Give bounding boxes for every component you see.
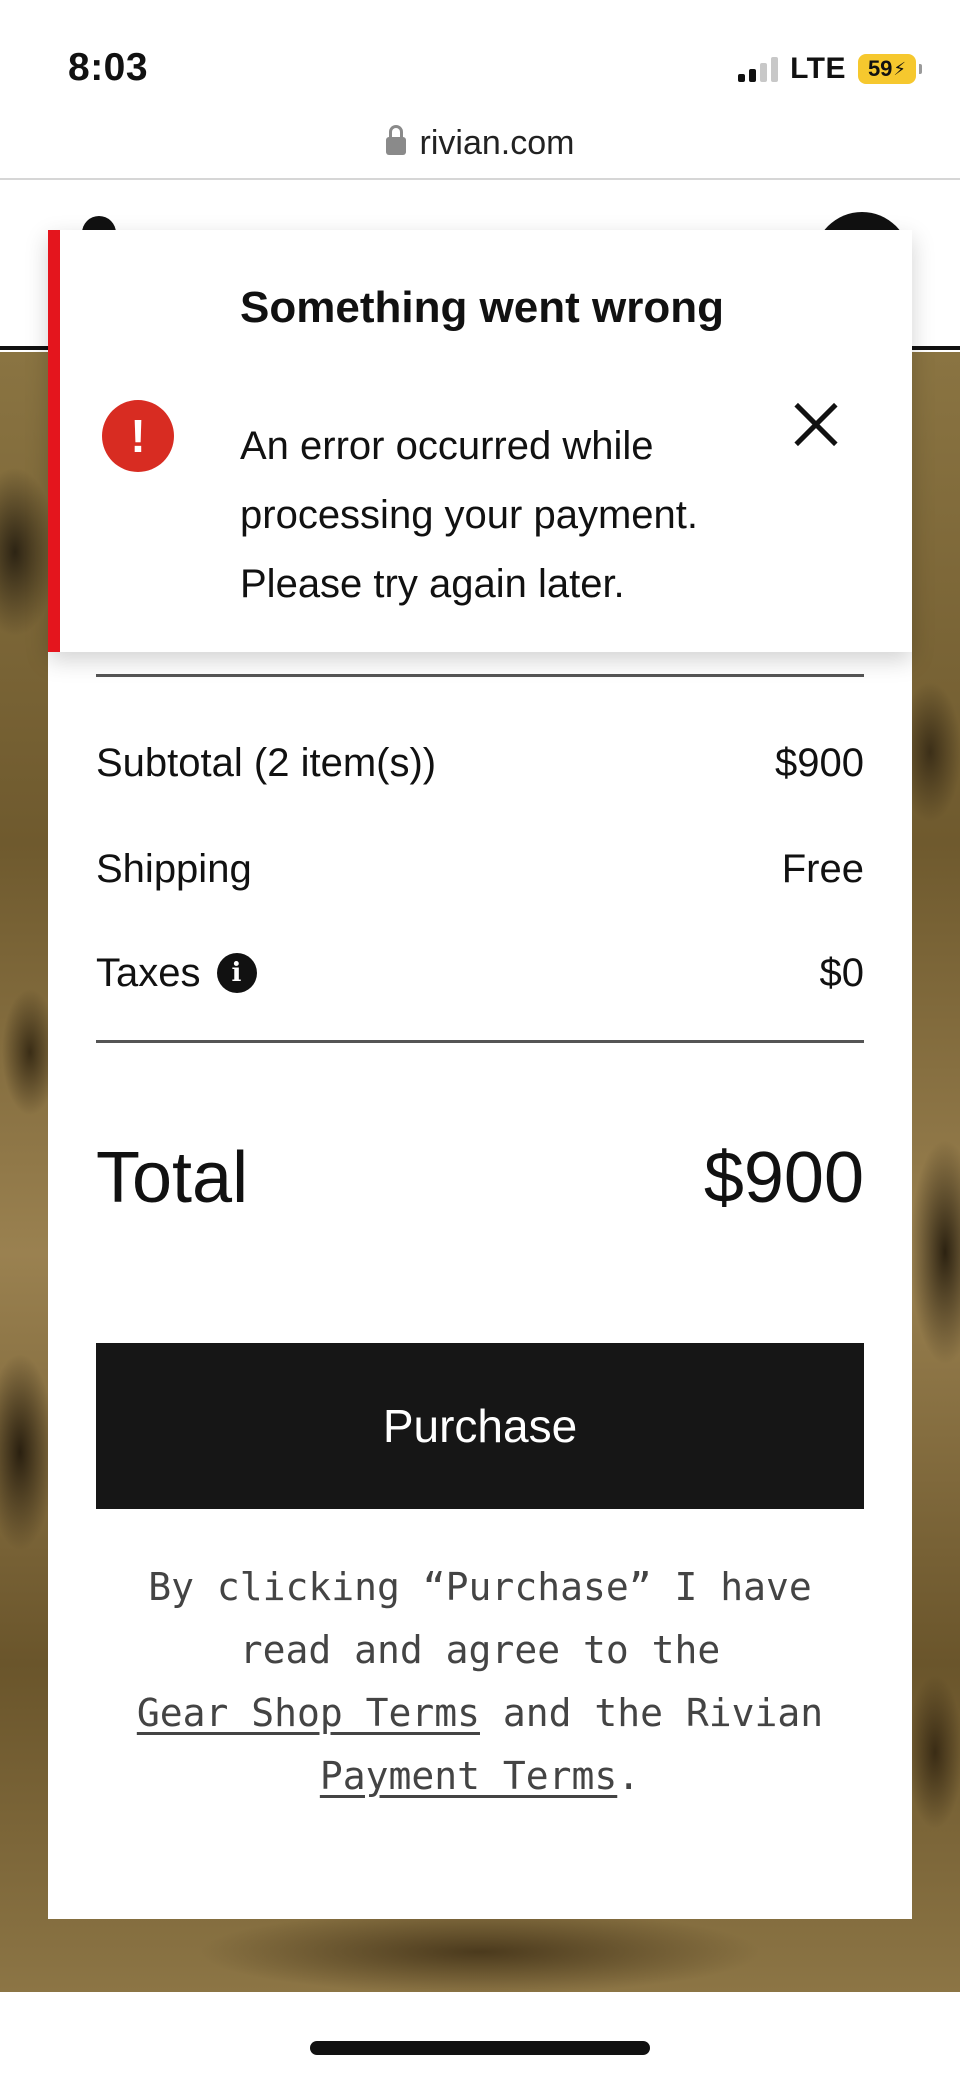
subtotal-row: Subtotal (2 item(s)) $900 [96, 732, 864, 794]
taxes-row: Taxes i $0 [96, 942, 864, 1004]
summary-bottom-divider [96, 1040, 864, 1043]
lock-icon [385, 125, 406, 157]
error-icon: ! [102, 400, 174, 472]
taxes-label: Taxes [96, 950, 201, 995]
total-label: Total [96, 1138, 249, 1218]
total-value: $900 [703, 1138, 864, 1218]
url-text: rivian.com [419, 123, 575, 162]
shipping-label: Shipping [96, 846, 252, 891]
total-row: Total $900 [96, 1128, 864, 1228]
status-indicators: LTE 59 ⚡ [738, 52, 922, 86]
checkout-page: 8:03 LTE 59 ⚡ rivian.com Subtotal (2 ite… [0, 0, 960, 2079]
info-icon[interactable]: i [216, 953, 257, 993]
close-icon[interactable] [788, 396, 844, 452]
charging-bolt-icon: ⚡ [893, 58, 907, 79]
purchase-button[interactable]: Purchase [96, 1343, 864, 1509]
subtotal-label: Subtotal (2 item(s)) [96, 740, 437, 785]
network-type: LTE [790, 52, 846, 85]
payment-terms-link[interactable]: Payment Terms [320, 1754, 617, 1798]
shipping-row: Shipping Free [96, 838, 864, 900]
status-bar: 8:03 LTE 59 ⚡ [0, 0, 960, 120]
battery-icon: 59 ⚡ [858, 54, 922, 84]
status-time: 8:03 [68, 46, 149, 89]
error-title: Something went wrong [240, 283, 724, 332]
battery-level: 59 [867, 56, 893, 81]
summary-top-divider [96, 674, 864, 677]
taxes-label-group: Taxes i [96, 951, 257, 996]
terms-period: . [617, 1754, 641, 1798]
error-toast: ! Something went wrong An error occurred… [48, 230, 912, 652]
error-message: An error occurred while processing your … [240, 424, 699, 606]
cellular-signal-icon [738, 56, 779, 82]
gear-shop-terms-link[interactable]: Gear Shop Terms [137, 1691, 480, 1735]
browser-url-bar[interactable]: rivian.com [0, 108, 960, 178]
terms-text-part: By clicking “Purchase” I have read and a… [148, 1565, 812, 1672]
home-indicator[interactable] [310, 2041, 650, 2055]
terms-text-part: and the Rivian [502, 1691, 824, 1735]
terms-text: By clicking “Purchase” I have read and a… [96, 1556, 864, 1808]
home-indicator-area [0, 1992, 960, 2079]
shipping-value: Free [781, 846, 864, 891]
subtotal-value: $900 [775, 740, 864, 785]
taxes-value: $0 [819, 950, 865, 995]
